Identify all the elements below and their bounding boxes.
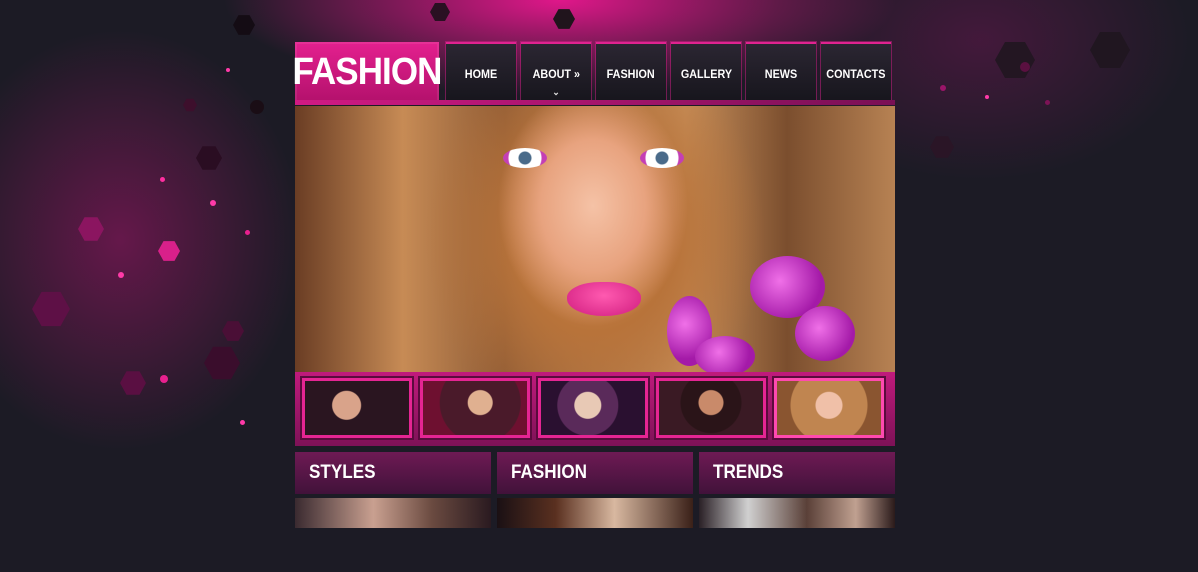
hero-eye-left [503,148,547,168]
nav-label: HOME [464,66,498,81]
section-title-bar: STYLES [295,452,491,494]
slider-thumbnail-active[interactable] [774,378,884,438]
nav-label: FASHION [606,66,656,81]
logo-text: FASHION [292,50,443,93]
section-title: STYLES [309,462,376,483]
hero-slider-image[interactable] [295,106,895,372]
section-title-bar: FASHION [497,452,693,494]
nav-label: ABOUT » [532,66,580,81]
section-title: TRENDS [713,462,784,483]
slider-thumbnail[interactable] [538,378,648,438]
section-title-bar: TRENDS [699,452,895,494]
hero-eye-right [640,148,684,168]
orchid-flower [795,306,855,361]
nav-label: CONTACTS [826,66,886,81]
thumbnail-strip [295,372,895,446]
section-trends[interactable]: TRENDS [699,452,895,572]
nav-item-gallery[interactable]: GALLERY [671,42,741,103]
nav-item-news[interactable]: NEWS [746,42,816,103]
nav-label: NEWS [764,66,798,81]
chevron-down-icon: ⌄ [552,87,560,97]
slider-thumbnail[interactable] [656,378,766,438]
slider-thumbnail[interactable] [420,378,530,438]
nav-item-home[interactable]: HOME [446,42,516,103]
nav-label: GALLERY [680,66,732,81]
hero-lips [567,282,641,316]
main-nav: HOME ABOUT » ⌄ FASHION GALLERY NEWS CONT… [446,42,891,103]
slider-thumbnail[interactable] [302,378,412,438]
section-styles[interactable]: STYLES [295,452,491,572]
nav-divider [295,100,895,105]
nav-item-fashion[interactable]: FASHION [596,42,666,103]
orchid-flower [695,336,755,372]
section-fashion[interactable]: FASHION [497,452,693,572]
nav-item-about[interactable]: ABOUT » ⌄ [521,42,591,103]
nav-item-contacts[interactable]: CONTACTS [821,42,891,103]
section-title: FASHION [511,462,588,483]
site-logo[interactable]: FASHION [292,42,443,102]
